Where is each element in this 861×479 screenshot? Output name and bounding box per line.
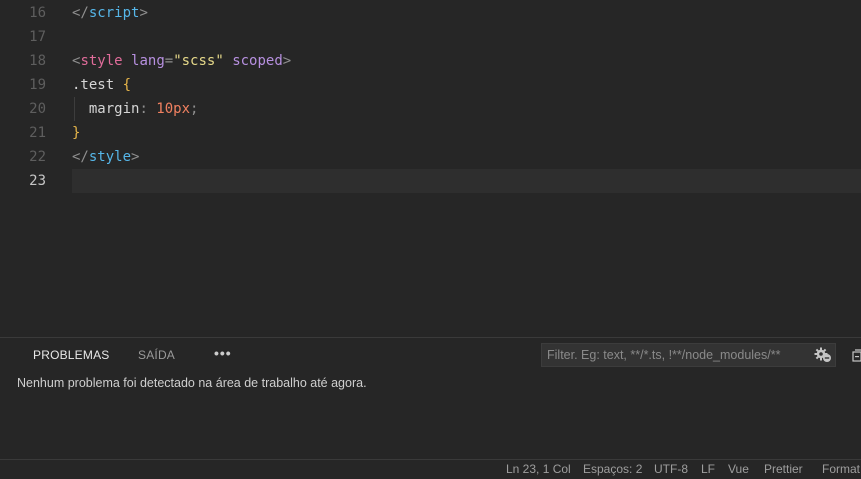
code-line[interactable]: 23	[0, 169, 861, 193]
code-token: margin	[88, 101, 140, 117]
tab-problems[interactable]: PROBLEMAS	[33, 338, 110, 372]
status-prettier[interactable]: Prettier	[764, 460, 803, 479]
code-token: "scss"	[173, 53, 224, 69]
code-token: style	[80, 53, 123, 69]
code-token: }	[72, 125, 81, 141]
code-token: script	[88, 5, 140, 21]
code-line[interactable]: 16 </script>	[0, 1, 861, 25]
code-token: lang	[131, 53, 165, 69]
code-token: =	[164, 53, 174, 69]
code-token: >	[131, 149, 140, 165]
code-text: .test {	[72, 73, 861, 97]
code-line[interactable]: 19 .test {	[0, 73, 861, 97]
code-text: <style lang="scss" scoped>	[72, 49, 861, 73]
line-number: 16	[29, 5, 46, 21]
filter-box	[541, 343, 836, 367]
line-number: 20	[29, 101, 46, 117]
code-text: margin: 10px;	[72, 97, 861, 121]
line-number: 19	[29, 77, 46, 93]
code-text: }	[72, 121, 861, 145]
line-number: 21	[29, 125, 46, 141]
code-line[interactable]: 18 <style lang="scss" scoped>	[0, 49, 861, 73]
line-number: 23	[29, 173, 46, 189]
code-text	[72, 169, 861, 193]
code-token: 10px	[156, 101, 191, 117]
tab-output[interactable]: SAÍDA	[138, 338, 175, 372]
code-token: </	[72, 149, 89, 165]
code-token: ;	[190, 101, 199, 117]
status-language[interactable]: Vue	[728, 460, 749, 479]
status-eol[interactable]: LF	[701, 460, 715, 479]
code-text: </script>	[72, 1, 861, 25]
problems-filter-input[interactable]	[542, 344, 810, 366]
more-actions-button[interactable]: •••	[214, 338, 232, 372]
status-bar: Ln 23, 1 Col Espaços: 2 UTF-8 LF Vue Pre…	[0, 459, 861, 479]
bottom-panel: PROBLEMAS SAÍDA ••• Filter. Eg: text, **…	[0, 337, 861, 459]
line-number: 22	[29, 149, 46, 165]
status-cursor-position[interactable]: Ln 23, 1 Col	[506, 460, 571, 479]
collapse-all-icon[interactable]	[852, 349, 861, 363]
code-token: scoped	[232, 53, 283, 69]
code-token: >	[282, 53, 292, 69]
code-editor[interactable]: 16 </script> 17 18 <style lang="scss" scoped…	[0, 0, 861, 337]
code-line[interactable]: 21}	[0, 121, 861, 145]
code-token: :	[139, 101, 157, 117]
code-token: {	[122, 77, 132, 93]
code-line[interactable]: 20 margin: 10px;	[0, 97, 861, 121]
code-token: </	[72, 5, 89, 21]
filter-settings-icon[interactable]	[814, 347, 832, 363]
line-number: 18	[29, 53, 46, 69]
code-line[interactable]: 22 </style>	[0, 145, 861, 169]
line-number: 17	[29, 29, 46, 45]
code-token: style	[88, 149, 132, 165]
status-indentation[interactable]: Espaços: 2	[583, 460, 642, 479]
code-text: </style>	[72, 145, 861, 169]
status-format[interactable]: Format	[822, 460, 860, 479]
code-token: .test	[72, 77, 115, 93]
panel-tabs: PROBLEMAS SAÍDA •••	[0, 338, 861, 372]
code-line[interactable]: 17	[0, 25, 861, 49]
indent-guide	[74, 97, 75, 121]
no-problems-message: Nenhum problema foi detectado na área de…	[17, 376, 367, 390]
status-encoding[interactable]: UTF-8	[654, 460, 688, 479]
code-token: >	[139, 5, 148, 21]
